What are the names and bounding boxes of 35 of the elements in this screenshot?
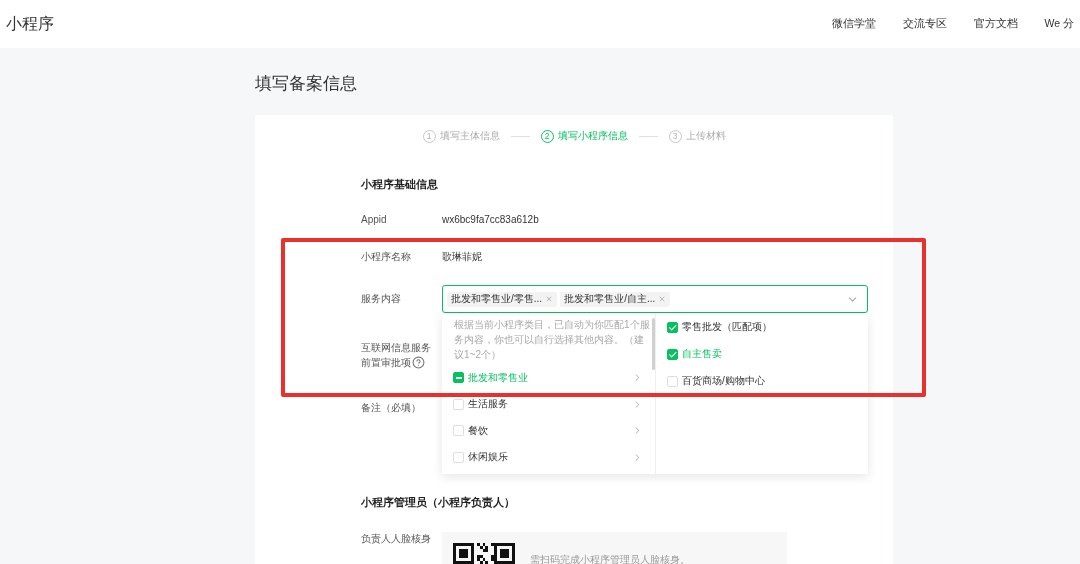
checkbox[interactable] [667, 321, 678, 333]
help-icon[interactable] [412, 355, 425, 369]
page-title: 填写备案信息 [255, 73, 358, 94]
section-title: 小程序管理员（小程序负责人） [361, 495, 516, 510]
category-item[interactable]: 餐饮 [468, 423, 488, 438]
field-label: 互联网信息服务 [361, 340, 431, 355]
tag-label: 批发和零售业/零售... [451, 292, 543, 306]
nav-link[interactable]: 官方文档 [973, 17, 1018, 31]
scrollbar[interactable] [652, 318, 655, 370]
option-item[interactable]: 零售批发（匹配项） [682, 320, 772, 334]
tag-label: 批发和零售业/自主... [564, 292, 656, 306]
field-label: 负责人人脸核身 [361, 532, 432, 546]
checkbox[interactable] [453, 372, 464, 384]
nav-link[interactable]: We 分 [1044, 17, 1074, 31]
option-item[interactable]: 百货商场/购物中心 [682, 374, 765, 388]
nav-link[interactable]: 交流专区 [902, 17, 947, 31]
category-item[interactable]: 休闲娱乐 [468, 450, 508, 465]
checkbox[interactable] [667, 348, 678, 360]
field-label: 服务内容 [361, 292, 402, 306]
field-value: wx6bc9fa7cc83a612b [442, 212, 539, 227]
field-label: 备注（必填） [361, 401, 422, 415]
field-label: Appid [361, 212, 388, 227]
field-value: 歌琳菲妮 [442, 249, 482, 264]
field-label: 小程序名称 [361, 249, 412, 264]
logo-text[interactable]: 小程序 [6, 13, 54, 35]
qr-hint: 需扫码完成小程序管理员人脸核身。 [530, 553, 690, 564]
step-label: 填写主体信息 [439, 129, 500, 143]
step-label: 填写小程序信息 [557, 129, 628, 143]
section-title: 小程序基础信息 [361, 177, 439, 192]
close-icon[interactable] [658, 295, 667, 303]
close-icon[interactable] [545, 295, 554, 303]
field-label: 前置审批项 [361, 355, 411, 370]
dropdown-hint: 根据当前小程序类目，已自动为你匹配1个服务内容，你也可以自行选择其他内容。（建议1~2个） [454, 317, 651, 362]
nav-link[interactable]: 微信学堂 [831, 17, 876, 31]
category-item[interactable]: 生活服务 [468, 397, 508, 412]
